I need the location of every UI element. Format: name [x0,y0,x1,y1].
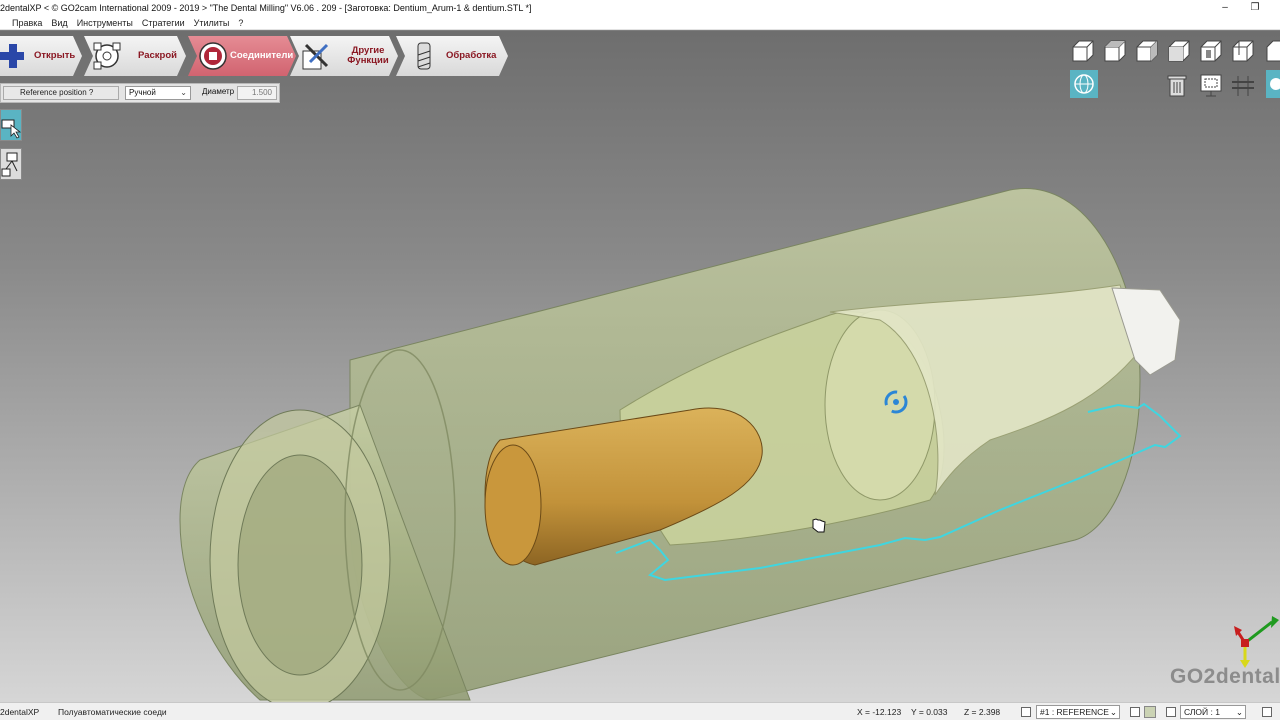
front-bore-inner [237,454,363,676]
status-z-coordinate: Z = 2.398 [964,707,1001,717]
chevron-down-icon: ⌄ [1235,707,1243,717]
network-tool-icon [1,152,18,177]
pointer-tool-icon [1,119,22,139]
reference-select[interactable]: #1 : REFERENCE ⌄ [1036,705,1120,719]
tools-icon [300,41,330,71]
go2dental-watermark: GO2dental [1170,665,1280,688]
view-back-icon[interactable] [1198,38,1224,64]
chevron-down-icon: ⌄ [180,88,187,97]
view-iso-icon[interactable] [1230,38,1256,64]
manual-connector-tool[interactable] [0,109,22,141]
menu-view[interactable]: Вид [51,16,67,30]
view-front-icon[interactable] [1070,38,1096,64]
status-x-coordinate: X = -12.123 [857,707,902,717]
tab-machining[interactable]: Обработка [396,36,508,76]
mode-select[interactable]: Ручной ⌄ [125,86,191,100]
3d-scene [179,188,1279,702]
plus-icon [0,41,28,71]
milling-cutter-icon [408,41,438,71]
shading-icon[interactable] [1266,70,1280,98]
nesting-icon [92,41,122,71]
window-title: 2dentalXP < © GO2cam International 2009 … [0,3,532,13]
reference-select-value: #1 : REFERENCE [1040,707,1109,717]
3d-viewport[interactable]: GO2dental [0,31,1280,702]
color-swatch[interactable] [1144,706,1156,718]
view-top-icon[interactable] [1102,38,1128,64]
minimize-button[interactable]: – [1211,0,1239,16]
view-bottom-icon[interactable] [1264,38,1280,64]
chevron-down-icon: ⌄ [1109,707,1117,717]
tab-open[interactable]: Открыть [0,36,82,76]
auto-connector-tool[interactable] [0,148,22,180]
status-message: Полуавтоматические соеди [58,707,167,717]
layer-select-value: СЛОЙ : 1 [1184,707,1220,717]
diameter-input[interactable]: 1.500 [237,86,277,100]
restore-button[interactable]: ❐ [1241,0,1269,16]
view-right-icon[interactable] [1134,38,1160,64]
menu-bar: Правка Вид Инструменты Стратегии Утилиты? [0,16,1280,30]
grid-checkbox[interactable] [1021,707,1031,717]
section-view-icon[interactable] [1230,72,1256,98]
menu-edit[interactable]: Правка [12,16,42,30]
status-app-name: 2dentalXP [0,707,40,717]
connector-icon [198,41,228,71]
axis-triad-icon [1234,616,1279,668]
tab-other-functions[interactable]: Другие Функции [290,36,398,76]
mode-select-value: Ручной [129,88,156,97]
screen-capture-icon[interactable] [1198,72,1224,98]
reference-position-button[interactable]: Reference position ? [3,86,119,100]
layer-checkbox[interactable] [1166,707,1176,717]
snap-checkbox[interactable] [1130,707,1140,717]
tab-nesting[interactable]: Раскрой [84,36,186,76]
trash-icon[interactable] [1164,72,1190,98]
menu-utilities[interactable]: Утилиты [194,16,230,30]
extra-checkbox[interactable] [1262,707,1272,717]
hand-cursor-icon [812,518,826,533]
globe-icon[interactable] [1070,70,1098,98]
layer-select[interactable]: СЛОЙ : 1 ⌄ [1180,705,1246,719]
implant-end-face [484,444,542,566]
tab-connectors[interactable]: Соединители [188,36,296,76]
status-bar: 2dentalXP Полуавтоматические соеди X = -… [0,702,1280,720]
status-y-coordinate: Y = 0.033 [911,707,948,717]
parameter-bar: Reference position ? Ручной ⌄ Диаметр 1.… [0,83,280,103]
menu-strategies[interactable]: Стратегии [142,16,185,30]
menu-tools[interactable]: Инструменты [77,16,133,30]
diameter-label: Диаметр [202,87,235,96]
view-left-icon[interactable] [1166,38,1192,64]
menu-help[interactable]: ? [238,16,243,30]
title-bar: 2dentalXP < © GO2cam International 2009 … [0,0,1280,16]
